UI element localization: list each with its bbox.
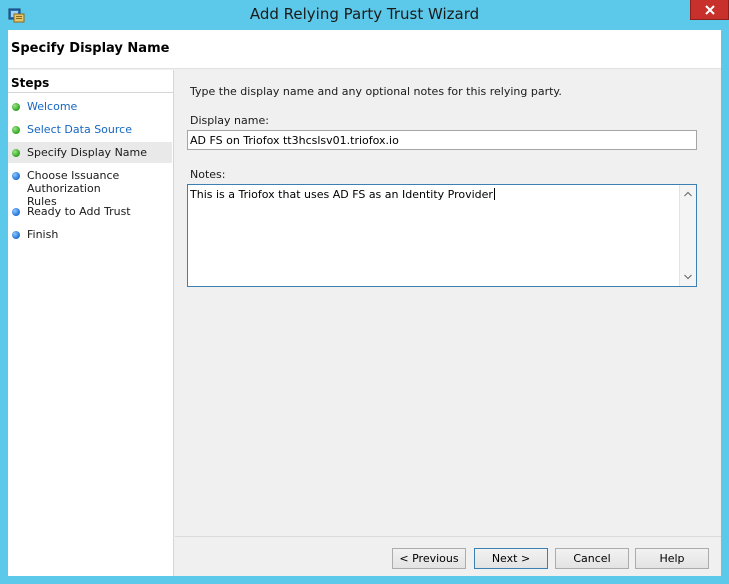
wizard-client-area: Specify Display Name Steps Welcome Selec… (8, 30, 721, 576)
step-ready-to-add-trust: Ready to Add Trust (8, 205, 172, 218)
steps-divider (8, 92, 174, 93)
step-completed-icon (12, 126, 20, 134)
step-pending-icon (12, 231, 20, 239)
button-bar: < Previous Next > Cancel Help (175, 536, 721, 576)
text-caret (493, 188, 495, 200)
step-choose-issuance-authorization-rules: Choose Issuance Authorization Rules (8, 169, 128, 208)
chevron-down-icon (684, 274, 692, 280)
next-button[interactable]: Next > (474, 548, 548, 569)
step-finish: Finish (8, 228, 172, 241)
step-label: Select Data Source (27, 123, 132, 136)
notes-textarea[interactable]: This is a Triofox that uses AD FS as an … (187, 184, 697, 287)
step-label: Specify Display Name (27, 146, 148, 159)
close-button[interactable] (690, 0, 729, 20)
chevron-up-icon (684, 191, 692, 197)
step-welcome[interactable]: Welcome (8, 100, 172, 113)
steps-title: Steps (11, 76, 50, 90)
display-name-label: Display name: (190, 114, 269, 127)
help-button[interactable]: Help (635, 548, 709, 569)
page-title: Specify Display Name (11, 41, 170, 56)
notes-label: Notes: (190, 168, 226, 181)
step-label: Finish (27, 228, 59, 241)
previous-button[interactable]: < Previous (392, 548, 466, 569)
close-icon (704, 4, 715, 15)
step-completed-icon (12, 149, 20, 157)
scroll-down-button[interactable] (680, 269, 696, 285)
notes-scrollbar[interactable] (679, 185, 696, 286)
content-pane: Type the display name and any optional n… (175, 70, 721, 536)
step-pending-icon (12, 172, 20, 180)
cancel-button[interactable]: Cancel (555, 548, 629, 569)
step-specify-display-name: Specify Display Name (8, 142, 172, 163)
step-label: Ready to Add Trust (27, 205, 131, 218)
wizard-window: Add Relying Party Trust Wizard Specify D… (0, 0, 729, 584)
window-title: Add Relying Party Trust Wizard (249, 5, 480, 23)
scroll-up-button[interactable] (680, 186, 696, 202)
step-completed-icon (12, 103, 20, 111)
title-bar[interactable]: Add Relying Party Trust Wizard (0, 0, 729, 30)
wizard-header: Specify Display Name (8, 30, 721, 69)
notes-text: This is a Triofox that uses AD FS as an … (190, 188, 495, 201)
step-label: Welcome (27, 100, 78, 113)
display-name-input[interactable]: AD FS on Triofox tt3hcslsv01.triofox.io (187, 130, 697, 150)
step-label: Choose Issuance Authorization Rules (27, 169, 120, 208)
instructions-text: Type the display name and any optional n… (190, 85, 562, 98)
step-select-data-source[interactable]: Select Data Source (8, 123, 172, 136)
step-pending-icon (12, 208, 20, 216)
steps-pane: Steps Welcome Select Data Source Specify… (8, 70, 174, 576)
